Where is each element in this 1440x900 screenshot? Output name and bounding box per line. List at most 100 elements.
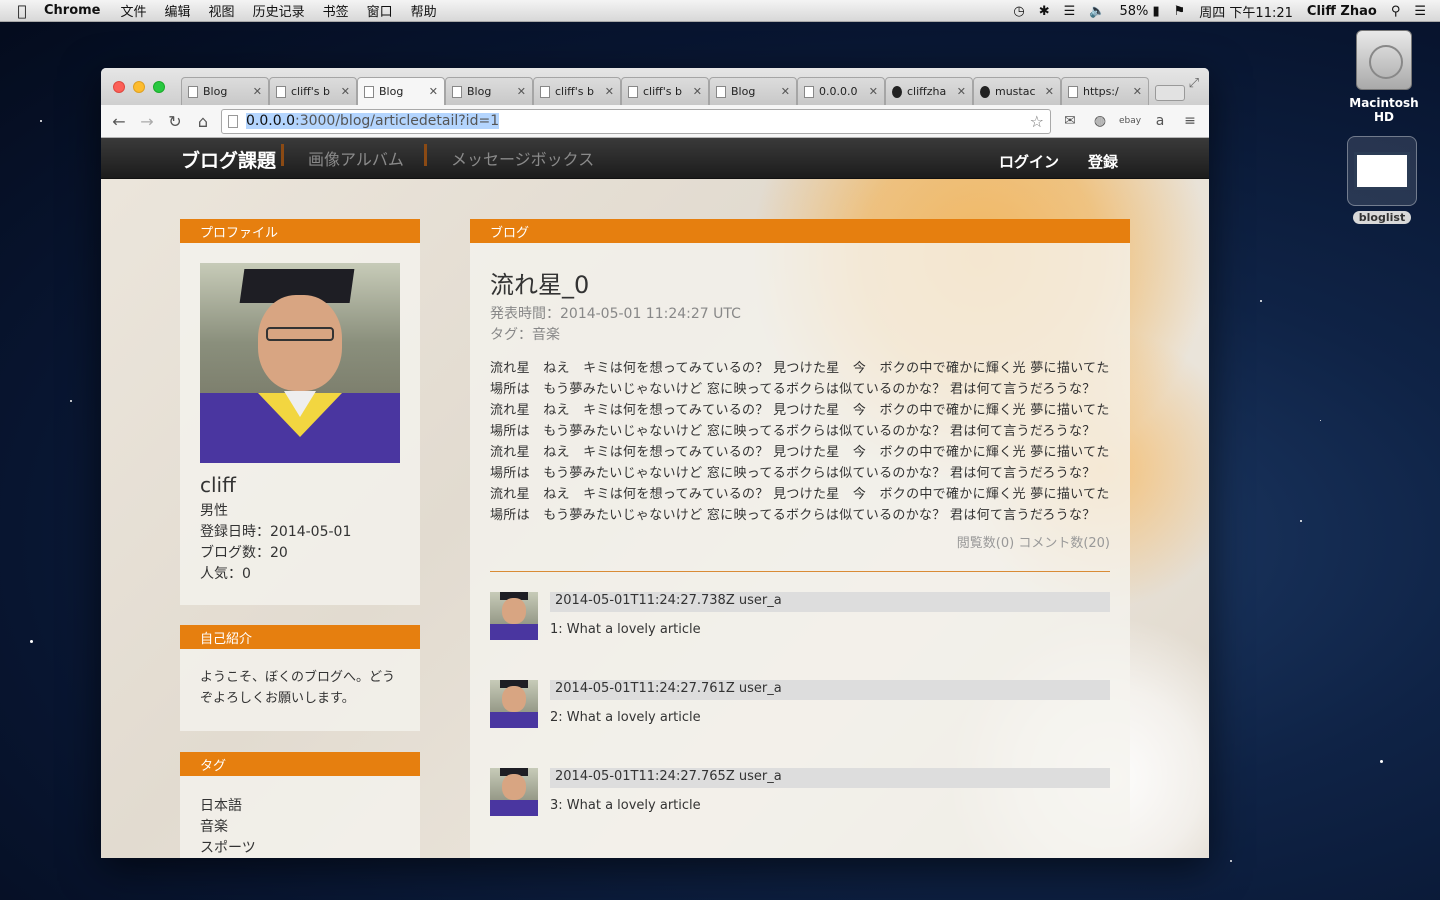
minimize-window-button[interactable]: [133, 81, 145, 93]
menu-file[interactable]: 文件: [121, 1, 147, 20]
apple-icon[interactable]: : [0, 2, 44, 20]
spotlight-icon[interactable]: ⚲: [1391, 4, 1401, 19]
browser-tab-active[interactable]: Blog ✕: [357, 77, 445, 105]
tag-list: 日本語 音楽 スポーツ: [180, 776, 420, 858]
browser-tab[interactable]: cliff's b ✕: [621, 77, 709, 105]
comment-item: 2014-05-01T11:24:27.738Z user_a 1: What …: [490, 592, 1110, 660]
tags-heading: タグ: [180, 752, 420, 776]
blog-heading: ブログ: [470, 219, 1130, 243]
tag-link[interactable]: 音楽: [200, 817, 400, 838]
page-icon: [540, 85, 550, 98]
post-tag: タグ：音楽: [490, 327, 560, 343]
page-icon: [804, 85, 814, 98]
url-path: :3000/blog/articledetail?id=1: [294, 113, 500, 129]
register-link[interactable]: 登録: [1088, 151, 1118, 172]
globe-extension-icon[interactable]: ◍: [1089, 113, 1111, 129]
views-count: 閲覧数(0): [956, 536, 1015, 551]
profile-heading: プロファイル: [180, 219, 420, 243]
mail-extension-icon[interactable]: ✉: [1059, 113, 1081, 129]
battery-status[interactable]: 58% ▮: [1119, 4, 1159, 19]
menu-bookmarks[interactable]: 书签: [323, 1, 349, 20]
github-icon: [892, 85, 902, 98]
browser-tab[interactable]: Blog ✕: [445, 77, 533, 105]
ebay-extension-icon[interactable]: ebay: [1119, 116, 1141, 126]
comment-header: 2014-05-01T11:24:27.761Z user_a: [550, 680, 1110, 700]
profile-name: cliff: [200, 473, 236, 497]
site-brand-link[interactable]: ブログ課題: [181, 146, 276, 173]
browser-toolbar: ← → ↻ ⌂ 0.0.0.0:3000/blog/articledetail?…: [101, 105, 1209, 138]
close-tab-icon[interactable]: ✕: [341, 85, 350, 98]
nav-separator: [424, 144, 427, 166]
profile-popularity: 人気：0: [200, 566, 251, 582]
close-tab-icon[interactable]: ✕: [429, 85, 438, 98]
home-icon[interactable]: ⌂: [193, 112, 213, 131]
close-tab-icon[interactable]: ✕: [517, 85, 526, 98]
wifi-icon[interactable]: ☰: [1064, 4, 1076, 19]
browser-tab[interactable]: mustac ✕: [973, 77, 1061, 105]
url-text[interactable]: 0.0.0.0:3000/blog/articledetail?id=1: [246, 113, 500, 129]
nav-album-link[interactable]: 画像アルバム: [308, 146, 404, 170]
menu-edit[interactable]: 编辑: [165, 1, 191, 20]
browser-tab[interactable]: Blog ✕: [181, 77, 269, 105]
tab-title: Blog: [379, 85, 404, 98]
fullscreen-icon[interactable]: ⤢: [1189, 76, 1199, 91]
desktop-bloglist[interactable]: bloglist: [1344, 136, 1420, 224]
close-tab-icon[interactable]: ✕: [781, 85, 790, 98]
close-tab-icon[interactable]: ✕: [1045, 85, 1054, 98]
back-arrow-icon[interactable]: ←: [109, 112, 129, 131]
browser-tab[interactable]: cliff's b ✕: [533, 77, 621, 105]
login-link[interactable]: ログイン: [999, 151, 1059, 172]
tab-title: https:/: [1083, 85, 1119, 98]
menu-history[interactable]: 历史记录: [253, 1, 305, 20]
page-icon: [716, 85, 726, 98]
window-controls: [113, 81, 165, 93]
menu-view[interactable]: 视图: [209, 1, 235, 20]
tab-title: cliff's b: [643, 85, 682, 98]
site-navbar: ブログ課題 画像アルバム メッセージボックス ログイン 登録: [101, 138, 1209, 179]
browser-tab[interactable]: https:/ ✕: [1061, 77, 1149, 105]
menu-extras: ◷ ✱ ☰ 🔈 58% ▮ ⚑ 周四 下午11:21 Cliff Zhao ⚲ …: [1013, 0, 1426, 22]
close-tab-icon[interactable]: ✕: [253, 85, 262, 98]
close-tab-icon[interactable]: ✕: [605, 85, 614, 98]
menu-user[interactable]: Cliff Zhao: [1307, 4, 1377, 19]
close-tab-icon[interactable]: ✕: [957, 85, 966, 98]
battery-icon: ▮: [1152, 3, 1160, 19]
new-tab-button[interactable]: [1155, 85, 1185, 101]
reload-icon[interactable]: ↻: [165, 112, 185, 131]
tab-title: Blog: [203, 85, 228, 98]
forward-arrow-icon[interactable]: →: [137, 112, 157, 131]
zoom-window-button[interactable]: [153, 81, 165, 93]
menu-clock[interactable]: 周四 下午11:21: [1199, 2, 1293, 21]
browser-tab[interactable]: Blog ✕: [709, 77, 797, 105]
bookmark-star-icon[interactable]: ☆: [1030, 112, 1044, 131]
browser-tab[interactable]: cliffzha ✕: [885, 77, 973, 105]
desktop-macintosh-hd[interactable]: Macintosh HD: [1338, 30, 1430, 124]
menu-window[interactable]: 窗口: [367, 1, 393, 20]
close-tab-icon[interactable]: ✕: [869, 85, 878, 98]
tag-link[interactable]: スポーツ: [200, 838, 400, 858]
browser-tab[interactable]: cliff's b ✕: [269, 77, 357, 105]
tag-link[interactable]: 日本語: [200, 796, 400, 817]
time-machine-icon[interactable]: ◷: [1013, 4, 1024, 19]
comment-text: 1: What a lovely article: [550, 622, 701, 637]
page-info-icon[interactable]: [228, 114, 238, 128]
web-page: ブログ課題 画像アルバム メッセージボックス ログイン 登録 プロファイル cl…: [101, 138, 1209, 858]
close-tab-icon[interactable]: ✕: [1133, 85, 1142, 98]
volume-icon[interactable]: 🔈: [1089, 4, 1105, 19]
nav-messages-link[interactable]: メッセージボックス: [451, 146, 594, 170]
bluetooth-icon[interactable]: ✱: [1039, 4, 1050, 19]
notification-center-icon[interactable]: ☰: [1414, 4, 1426, 19]
page-icon: [276, 85, 286, 98]
comment-avatar: [490, 680, 538, 728]
profile-gender: 男性: [200, 503, 228, 519]
close-window-button[interactable]: [113, 81, 125, 93]
amazon-extension-icon[interactable]: a: [1149, 113, 1171, 129]
menu-hamburger-icon[interactable]: ≡: [1179, 113, 1201, 129]
browser-tab[interactable]: 0.0.0.0 ✕: [797, 77, 885, 105]
close-tab-icon[interactable]: ✕: [693, 85, 702, 98]
comment-avatar: [490, 592, 538, 640]
address-bar[interactable]: 0.0.0.0:3000/blog/articledetail?id=1 ☆: [221, 108, 1051, 134]
input-source-flag-icon[interactable]: ⚑: [1174, 4, 1186, 19]
menu-help[interactable]: 帮助: [411, 1, 437, 20]
menu-app-name[interactable]: Chrome: [44, 3, 101, 18]
